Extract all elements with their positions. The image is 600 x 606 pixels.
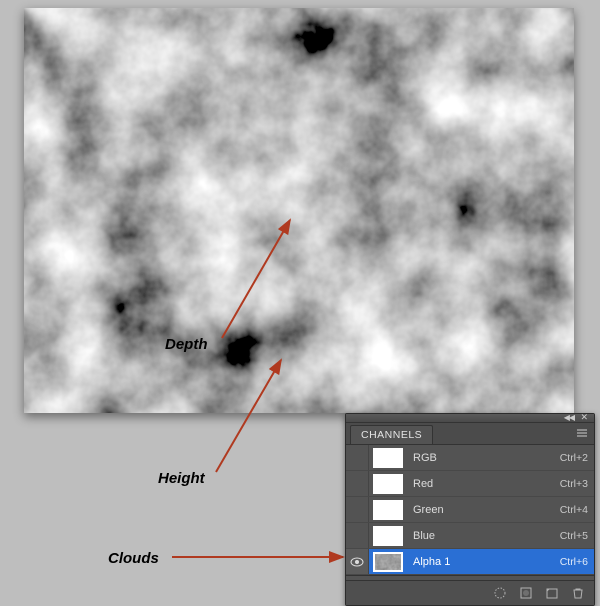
- clouds-annotation: Clouds: [108, 550, 159, 567]
- channel-shortcut: Ctrl+2: [560, 452, 588, 464]
- channel-shortcut: Ctrl+5: [560, 530, 588, 542]
- channel-list: RGB Ctrl+2 Red Ctrl+3 Green Ctrl+4 Blue …: [346, 445, 594, 575]
- channel-shortcut: Ctrl+6: [560, 556, 588, 568]
- document-canvas[interactable]: [24, 8, 574, 413]
- channel-thumbnail: [373, 500, 403, 520]
- channel-shortcut: Ctrl+4: [560, 504, 588, 516]
- channel-row-rgb[interactable]: RGB Ctrl+2: [346, 445, 594, 471]
- visibility-toggle[interactable]: [346, 471, 369, 496]
- channel-row-blue[interactable]: Blue Ctrl+5: [346, 523, 594, 549]
- channel-thumbnail: [373, 474, 403, 494]
- visibility-toggle[interactable]: [346, 445, 369, 470]
- panel-tab-row: CHANNELS: [346, 423, 594, 445]
- eye-icon: [349, 556, 365, 568]
- channel-row-green[interactable]: Green Ctrl+4: [346, 497, 594, 523]
- channel-thumbnail: [373, 526, 403, 546]
- channel-name: Red: [411, 478, 560, 490]
- panel-titlebar[interactable]: ◀◀ ✕: [346, 414, 594, 423]
- channel-row-red[interactable]: Red Ctrl+3: [346, 471, 594, 497]
- height-annotation: Height: [158, 470, 205, 487]
- channel-name: Blue: [411, 530, 560, 542]
- panel-flyout-menu-icon[interactable]: [574, 426, 590, 440]
- channel-name: Alpha 1: [411, 556, 560, 568]
- channel-thumbnail: [373, 448, 403, 468]
- new-channel-icon[interactable]: [544, 585, 560, 601]
- visibility-toggle[interactable]: [346, 549, 369, 574]
- panel-collapse-icon[interactable]: ◀◀: [564, 413, 574, 422]
- visibility-toggle[interactable]: [346, 523, 369, 548]
- delete-channel-icon[interactable]: [570, 585, 586, 601]
- visibility-toggle[interactable]: [346, 497, 369, 522]
- panel-footer: [346, 580, 594, 605]
- channel-name: Green: [411, 504, 560, 516]
- load-channel-as-selection-icon[interactable]: [492, 585, 508, 601]
- channel-shortcut: Ctrl+3: [560, 478, 588, 490]
- tab-channels[interactable]: CHANNELS: [350, 425, 433, 444]
- channel-row-alpha1[interactable]: Alpha 1 Ctrl+6: [346, 549, 594, 575]
- clouds-render-output: [24, 8, 574, 413]
- depth-annotation: Depth: [165, 336, 208, 353]
- save-selection-as-channel-icon[interactable]: [518, 585, 534, 601]
- channel-thumbnail: [373, 552, 403, 572]
- channel-name: RGB: [411, 452, 560, 464]
- panel-close-icon[interactable]: ✕: [580, 412, 588, 423]
- channels-panel: ◀◀ ✕ CHANNELS RGB Ctrl+2 Red Ctrl+3 Gree…: [345, 413, 595, 606]
